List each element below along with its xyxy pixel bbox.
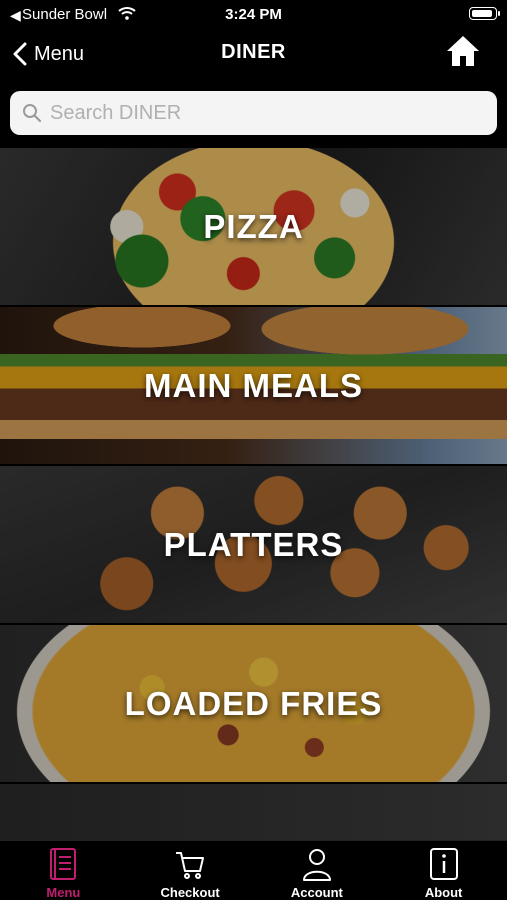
tab-checkout[interactable]: Checkout	[127, 841, 254, 900]
home-icon	[447, 36, 479, 66]
category-label: LOADED FRIES	[124, 684, 383, 722]
menu-book-icon	[50, 848, 77, 880]
category-tile-platters[interactable]: PLATTERS	[0, 466, 507, 623]
search-bar	[0, 80, 507, 148]
info-icon	[429, 848, 458, 880]
user-icon	[302, 849, 331, 881]
nav-bar: Menu DINER	[0, 28, 507, 80]
tab-account[interactable]: Account	[254, 841, 381, 900]
chevron-left-icon	[13, 42, 27, 66]
back-button[interactable]: Menu	[12, 36, 84, 72]
search-icon	[23, 104, 42, 123]
tab-label: Account	[290, 885, 343, 900]
category-label: PIZZA	[203, 207, 304, 245]
search-box[interactable]	[10, 91, 497, 135]
category-tile-pizza[interactable]: PIZZA	[0, 148, 507, 305]
home-button[interactable]	[445, 34, 481, 70]
category-tile-loaded-fries[interactable]: LOADED FRIES	[0, 625, 507, 782]
category-tile-main-meals[interactable]: MAIN MEALS	[0, 307, 507, 464]
tab-label: About	[424, 885, 463, 900]
search-input[interactable]	[50, 101, 470, 125]
status-bar: ◀ Sunder Bowl 3:24 PM	[0, 0, 507, 28]
status-time: 3:24 PM	[225, 6, 282, 23]
category-label: PLATTERS	[163, 525, 344, 563]
battery-icon	[469, 7, 500, 20]
tab-about[interactable]: About	[380, 841, 507, 900]
back-label: Menu	[34, 42, 85, 65]
tab-label: Menu	[46, 885, 81, 900]
category-tile-sandwich[interactable]	[0, 784, 507, 840]
tab-menu[interactable]: Menu	[0, 841, 127, 900]
tab-bar: Menu Checkout Account About	[0, 840, 507, 900]
category-label: MAIN MEALS	[144, 366, 363, 404]
category-list: PIZZA MAIN MEALS PLATTERS LOADED FRIES	[0, 148, 507, 840]
cart-icon	[176, 852, 205, 879]
tab-label: Checkout	[160, 885, 220, 900]
